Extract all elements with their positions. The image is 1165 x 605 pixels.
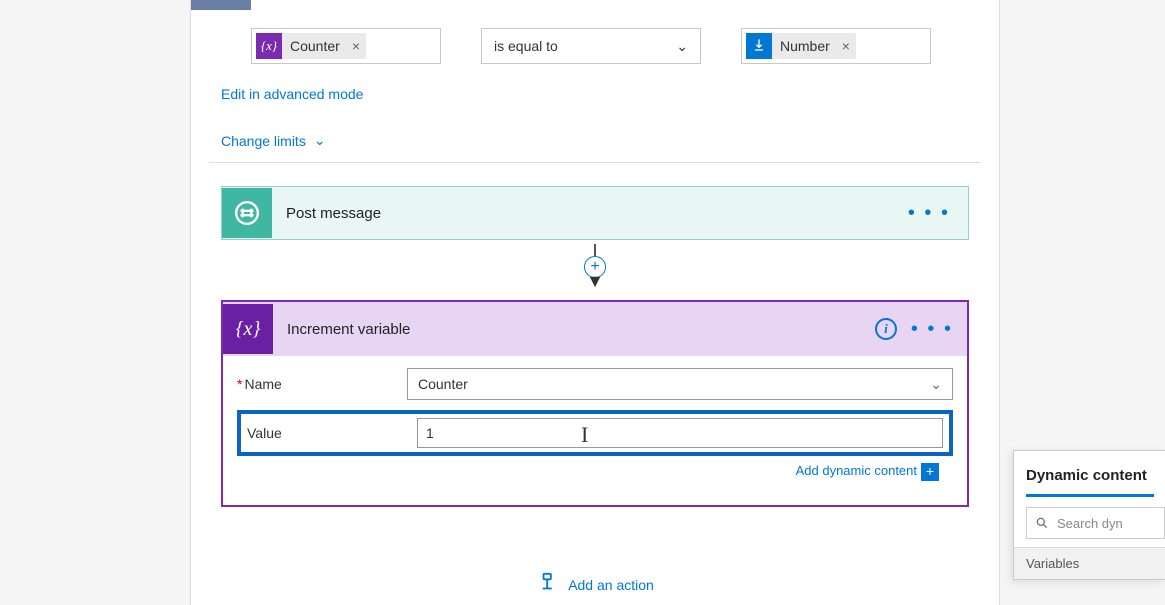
card-header[interactable]: {x} Increment variable i • • • bbox=[223, 302, 967, 356]
token-counter[interactable]: {x} Counter × bbox=[256, 33, 366, 59]
edit-advanced-mode-link[interactable]: Edit in advanced mode bbox=[221, 86, 363, 102]
variable-icon: {x} bbox=[223, 304, 273, 354]
token-number[interactable]: Number × bbox=[746, 33, 856, 59]
add-action-button[interactable]: Add an action bbox=[536, 572, 654, 597]
dynamic-content-panel: Dynamic content Search dyn Variables bbox=[1013, 450, 1165, 580]
info-icon[interactable]: i bbox=[875, 318, 897, 340]
hashtag-icon bbox=[222, 188, 272, 238]
condition-row: {x} Counter × is equal to ⌄ Number × bbox=[251, 28, 931, 64]
condition-right-operand[interactable]: Number × bbox=[741, 28, 931, 64]
dynamic-content-header: Dynamic content bbox=[1014, 451, 1165, 494]
card-title: Increment variable bbox=[287, 321, 410, 338]
value-input[interactable] bbox=[417, 418, 943, 448]
dynamic-search-input[interactable]: Search dyn bbox=[1026, 507, 1165, 539]
more-menu-icon[interactable]: • • • bbox=[908, 202, 950, 225]
name-value: Counter bbox=[418, 376, 468, 392]
connector: + ▼ bbox=[584, 244, 606, 286]
more-menu-icon[interactable]: • • • bbox=[911, 318, 953, 341]
add-dynamic-content-link[interactable]: Add dynamic content+ bbox=[796, 463, 939, 478]
search-placeholder: Search dyn bbox=[1057, 516, 1123, 531]
value-field-row: Value I bbox=[237, 410, 953, 456]
collapsed-card-tab[interactable] bbox=[191, 0, 251, 10]
number-icon bbox=[746, 33, 772, 59]
remove-token-icon[interactable]: × bbox=[346, 38, 366, 54]
active-tab-indicator bbox=[1026, 494, 1154, 497]
name-select[interactable]: Counter ⌄ bbox=[407, 368, 953, 400]
increment-variable-card: {x} Increment variable i • • • *Name Cou… bbox=[221, 300, 969, 507]
change-limits-link[interactable]: Change limits ⌄ bbox=[221, 132, 326, 149]
token-label: Number bbox=[772, 38, 836, 54]
condition-operator-select[interactable]: is equal to ⌄ bbox=[481, 28, 701, 64]
operator-label: is equal to bbox=[494, 38, 558, 54]
name-field-row: *Name Counter ⌄ bbox=[237, 368, 953, 400]
variables-section-header: Variables bbox=[1014, 547, 1165, 579]
token-label: Counter bbox=[282, 38, 346, 54]
chevron-down-icon: ⌄ bbox=[930, 376, 942, 393]
card-title: Post message bbox=[286, 205, 381, 222]
condition-left-operand[interactable]: {x} Counter × bbox=[251, 28, 441, 64]
text-cursor-icon: I bbox=[581, 422, 588, 448]
arrow-down-icon: ▼ bbox=[586, 276, 604, 286]
plus-icon: + bbox=[921, 463, 939, 481]
value-label: Value bbox=[241, 425, 417, 441]
remove-token-icon[interactable]: × bbox=[836, 38, 856, 54]
change-limits-label: Change limits bbox=[221, 133, 306, 149]
variable-icon: {x} bbox=[256, 33, 282, 59]
add-action-icon bbox=[536, 572, 558, 597]
chevron-down-icon: ⌄ bbox=[676, 38, 688, 55]
name-label: *Name bbox=[237, 376, 407, 392]
search-icon bbox=[1035, 516, 1049, 530]
chevron-down-icon: ⌄ bbox=[314, 132, 326, 149]
post-message-card[interactable]: Post message • • • bbox=[221, 186, 969, 240]
divider bbox=[209, 162, 981, 163]
add-action-label: Add an action bbox=[568, 577, 654, 593]
